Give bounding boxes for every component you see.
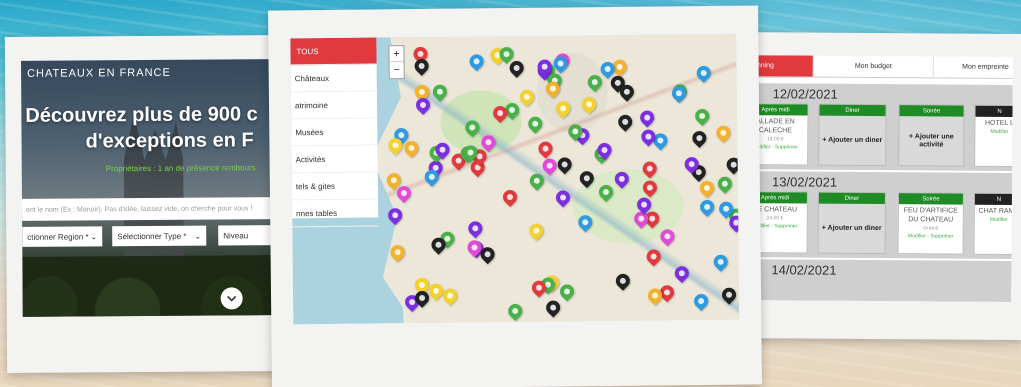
add-dinner-button[interactable]: + Ajouter un diner [819,116,885,166]
hero-title-line-1: Découvrez plus de 900 c [25,103,258,127]
menu-item-patrimoine[interactable]: atrimoine [290,91,378,120]
card-title: HOTEL L [984,119,1013,127]
day-block: 13/02/2021 Après midi DE CHATEAU 24,00 €… [741,171,1013,259]
menu-item-tables[interactable]: nnes tables [292,199,379,228]
add-activity-button[interactable]: + Ajouter une activité [899,116,963,166]
card-actions[interactable]: Modifier [977,128,1013,136]
search-input[interactable]: ent le nom (Ex : Manoir). Pas d'idée, la… [21,197,285,221]
polaroid-frame-homepage: CHATEAUX EN FRANCE Découvrez plus de 900… [4,34,296,374]
card-header: N [974,193,1013,206]
planning-screenshot: nning Mon budget Mon empreinte 12/02/202… [741,55,1013,302]
add-dinner-card[interactable]: Diner + Ajouter un diner [818,103,887,167]
card-actions[interactable]: Modifier [977,216,1013,224]
day-block: 12/02/2021 Après midi ALLADE EN CALECHE … [742,83,1013,171]
add-activity-card[interactable]: Soirée + Ajouter une activité [898,104,965,167]
type-select[interactable]: Sélectionner Type * ⌄ [112,225,207,247]
day-date: 13/02/2021 [771,173,838,190]
zoom-in-button[interactable]: + [389,46,404,63]
night-card[interactable]: N HOTEL L Modifier [974,104,1013,168]
polaroid-frame-planning: nning Mon budget Mon empreinte 12/02/202… [726,31,1021,341]
card-header: N [975,105,1013,118]
menu-item-activites[interactable]: Activités [291,145,378,174]
scroll-down-button[interactable] [220,287,243,310]
homepage-screenshot: CHATEAUX EN FRANCE Découvrez plus de 900… [20,59,285,317]
chevron-down-icon [227,295,237,302]
night-card[interactable]: N CHAT RAMB Modifier [973,192,1013,256]
card-title: FEU D'ARTIFICE DU CHATEAU [903,207,958,224]
planning-tabs: nning Mon budget Mon empreinte [742,55,1013,79]
card-actions[interactable]: Modifier - Supprimer [901,232,961,240]
activity-card[interactable]: Soirée FEU D'ARTIFICE DU CHATEAU Gratuit… [897,192,964,255]
menu-item-tous[interactable]: TOUS [290,37,377,66]
menu-item-chateaux[interactable]: Châteaux [290,64,377,93]
day-block: 14/02/2021 [741,259,1012,302]
zoom-out-button[interactable]: − [390,62,404,78]
chevron-down-icon: ⌄ [90,231,98,241]
hero-subtitle: Propriétaires : 1 an de présence rembour… [105,163,256,174]
card-header: Diner [818,192,885,205]
tab-empreinte[interactable]: Mon empreinte [932,56,1013,79]
niveau-select-label: Niveau [223,230,249,240]
day-date: 12/02/2021 [772,85,838,102]
polaroid-frame-map: TOUS Châteaux atrimoine Musées Activités… [268,5,762,387]
tab-budget[interactable]: Mon budget [812,55,933,79]
region-select[interactable]: ctionner Region * ⌄ [22,226,103,247]
add-dinner-button[interactable]: + Ajouter un diner [819,204,885,254]
chevron-down-icon: ⌄ [194,231,202,241]
hero-title: Découvrez plus de 900 c d'exceptions en … [21,101,283,155]
type-select-label: Sélectionner Type * [117,231,187,241]
card-header: Diner [819,104,886,117]
map-screenshot: TOUS Châteaux atrimoine Musées Activités… [290,33,740,325]
site-brand[interactable]: CHATEAUX EN FRANCE [27,67,171,80]
day-date: 14/02/2021 [771,261,837,278]
card-header: Soirée [898,193,963,205]
card-title: CHAT RAMB [978,207,1013,215]
menu-item-hotels[interactable]: tels & gites [291,172,379,201]
map-category-menu: TOUS Châteaux atrimoine Musées Activités… [290,37,379,228]
trees-image [22,255,285,317]
region-select-label: ctionner Region * [27,231,89,242]
menu-item-musees[interactable]: Musées [291,118,378,147]
hero-title-line-2: d'exceptions en F [85,129,254,153]
map-zoom-control: + − [388,45,405,80]
card-header: Soirée [899,105,964,117]
add-dinner-card[interactable]: Diner + Ajouter un diner [817,191,886,255]
